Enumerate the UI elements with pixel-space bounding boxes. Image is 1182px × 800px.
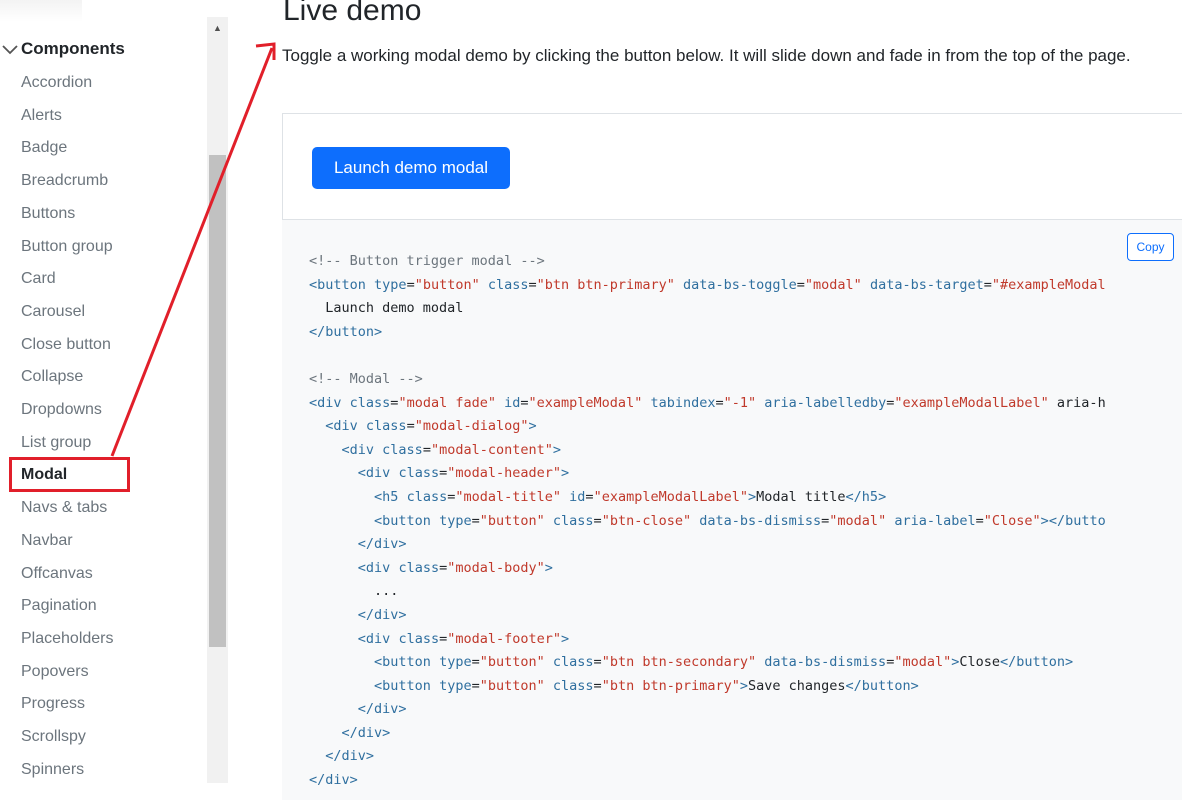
sidebar-item-offcanvas[interactable]: Offcanvas: [21, 562, 93, 586]
demo-preview: Launch demo modal: [282, 113, 1182, 220]
triangle-up-icon: ▲: [213, 23, 222, 33]
sidebar-item-badge[interactable]: Badge: [21, 136, 67, 160]
code-snippet: Copy <!-- Button trigger modal --> <butt…: [282, 220, 1182, 800]
sidebar-item-navbar[interactable]: Navbar: [21, 529, 73, 553]
main-content: Live demo Toggle a working modal demo by…: [228, 0, 1182, 800]
sidebar-item-dropdowns[interactable]: Dropdowns: [21, 398, 102, 422]
modal-highlight-box: [9, 457, 130, 492]
sidebar-item-close-button[interactable]: Close button: [21, 333, 111, 357]
sidebar-item-button-group[interactable]: Button group: [21, 235, 113, 259]
sidebar-item-list-group[interactable]: List group: [21, 431, 91, 455]
sidebar-item-accordion[interactable]: Accordion: [21, 71, 92, 95]
launch-demo-modal-button[interactable]: Launch demo modal: [312, 147, 510, 189]
code-block: <!-- Button trigger modal --> <button ty…: [309, 253, 1106, 789]
sidebar-item-navs-tabs[interactable]: Navs & tabs: [21, 496, 107, 520]
components-group-title: Components: [21, 39, 125, 58]
sidebar-item-carousel[interactable]: Carousel: [21, 300, 85, 324]
components-group-toggle[interactable]: Components: [0, 36, 125, 62]
sidebar-item-buttons[interactable]: Buttons: [21, 202, 75, 226]
sidebar-item-collapse[interactable]: Collapse: [21, 365, 83, 389]
sidebar-item-breadcrumb[interactable]: Breadcrumb: [21, 169, 108, 193]
sidebar-item-scrollspy[interactable]: Scrollspy: [21, 725, 86, 749]
section-description: Toggle a working modal demo by clicking …: [282, 46, 1131, 65]
chevron-down-icon: [2, 45, 18, 55]
sidebar-item-alerts[interactable]: Alerts: [21, 104, 62, 128]
page-section-title: Live demo: [283, 0, 422, 27]
sidebar: Components Accordion Alerts Badge Breadcrum…: [0, 0, 207, 783]
sidebar-item-card[interactable]: Card: [21, 267, 56, 291]
sidebar-scrollbar[interactable]: ▲: [207, 17, 228, 783]
sidebar-item-placeholders[interactable]: Placeholders: [21, 627, 114, 651]
sidebar-item-popovers[interactable]: Popovers: [21, 660, 89, 684]
sidebar-top-fade: [0, 0, 82, 22]
sidebar-item-pagination[interactable]: Pagination: [21, 594, 97, 618]
sidebar-item-progress[interactable]: Progress: [21, 692, 85, 716]
scroll-thumb[interactable]: [209, 155, 226, 647]
scroll-up-button[interactable]: ▲: [207, 17, 228, 39]
sidebar-item-spinners[interactable]: Spinners: [21, 758, 84, 782]
